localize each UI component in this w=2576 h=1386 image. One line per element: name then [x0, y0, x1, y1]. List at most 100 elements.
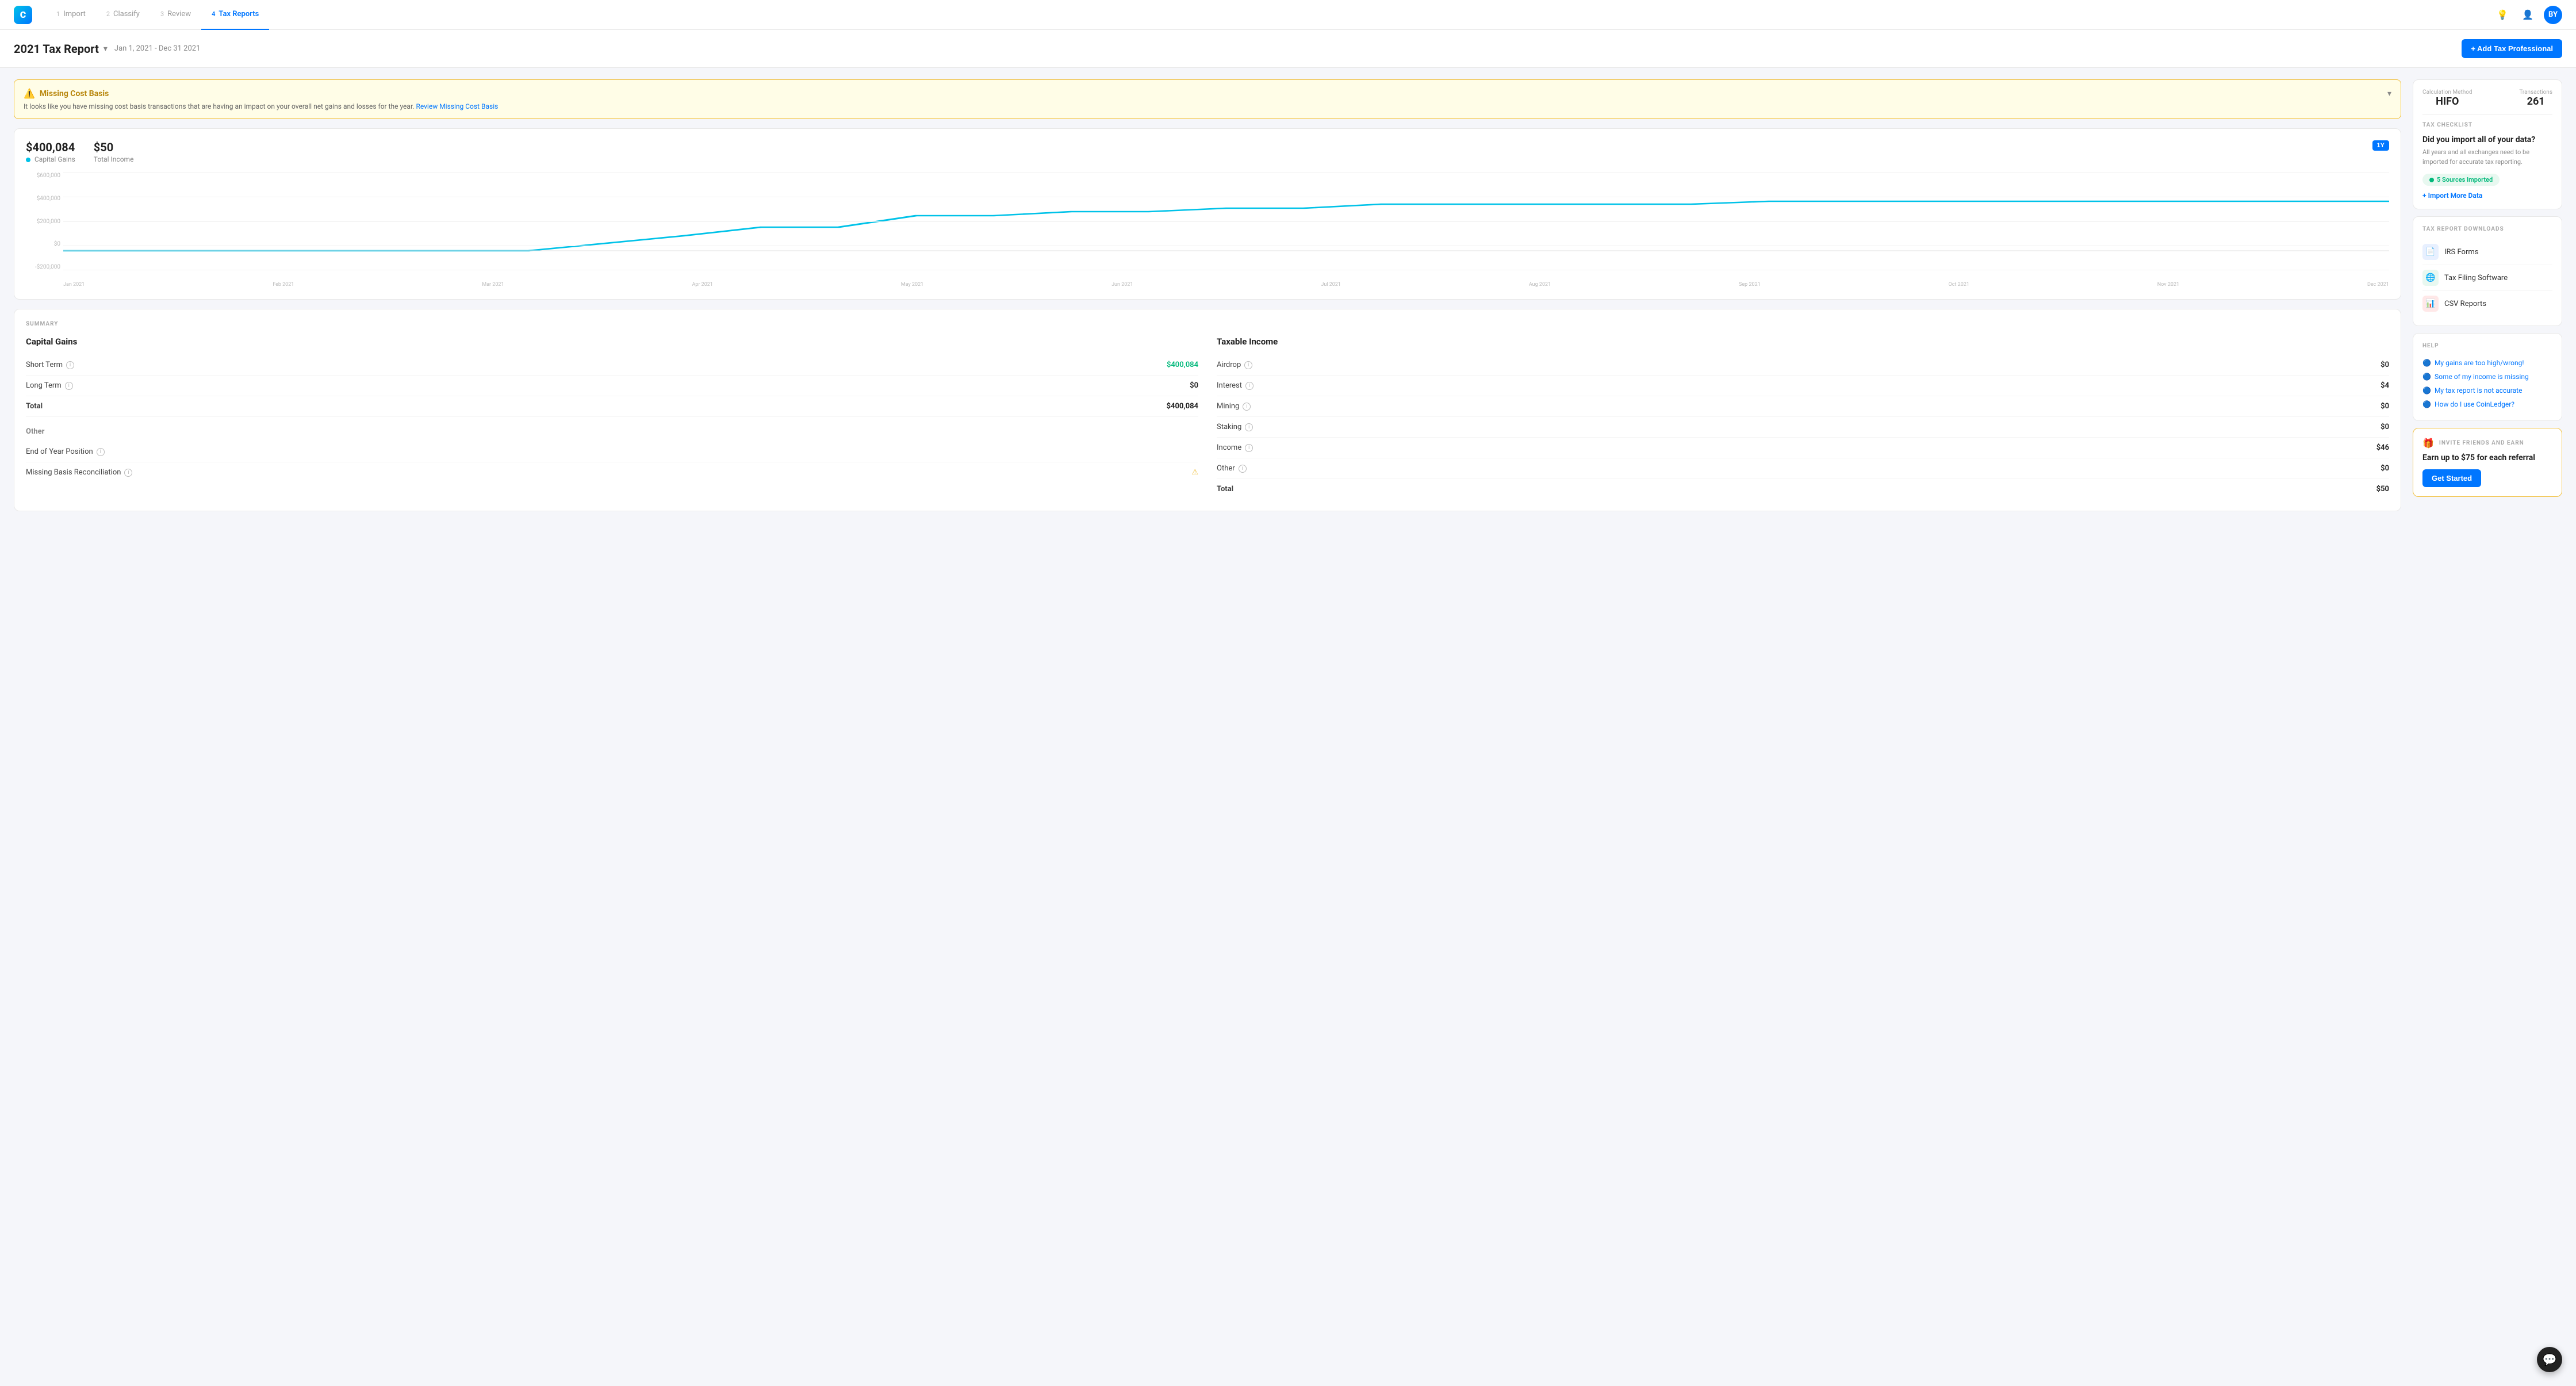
help-link-1[interactable]: 🔵 My gains are too high/wrong! — [2422, 356, 2552, 370]
chart-metrics: $400,084 Capital Gains $50 Total Income — [26, 140, 133, 163]
taxable-income-column: Taxable Income Airdrop i $0 Interest i — [1217, 336, 2389, 499]
capital-gains-value: $400,084 — [26, 140, 75, 154]
csv-reports-label: CSV Reports — [2444, 300, 2486, 308]
referral-header: 🎁 INVITE FRIENDS AND EARN — [2422, 438, 2552, 449]
summary-label: SUMMARY — [26, 321, 2389, 327]
add-tax-professional-button[interactable]: + Add Tax Professional — [2462, 39, 2562, 58]
divider-1 — [2422, 114, 2552, 115]
staking-row: Staking i $0 — [1217, 417, 2389, 438]
interest-row: Interest i $4 — [1217, 376, 2389, 396]
title-group: 2021 Tax Report ▾ Jan 1, 2021 - Dec 31 2… — [14, 42, 200, 56]
xlabel-oct: Oct 2021 — [1949, 282, 1969, 288]
calc-row: Calculation Method HIFO Transactions 261 — [2422, 89, 2552, 108]
help-link-1-text: My gains are too high/wrong! — [2435, 359, 2524, 367]
csv-reports-item[interactable]: 📊 CSV Reports — [2422, 291, 2552, 316]
other-income-info-icon[interactable]: i — [1239, 465, 1247, 473]
title-dropdown-icon[interactable]: ▾ — [103, 44, 108, 53]
total-income-value: $50 — [94, 140, 134, 154]
missing-basis-info-icon[interactable]: i — [124, 469, 132, 477]
referral-section-label: INVITE FRIENDS AND EARN — [2439, 440, 2524, 446]
capital-gains-title: Capital Gains — [26, 336, 1198, 347]
referral-icon: 🎁 — [2422, 438, 2435, 449]
nav-step-tax-reports[interactable]: 4Tax Reports — [201, 0, 269, 30]
calc-method-label: Calculation Method — [2422, 89, 2472, 95]
help-link-4[interactable]: 🔵 How do I use CoinLedger? — [2422, 397, 2552, 411]
nav-step-review[interactable]: 3Review — [150, 0, 201, 30]
tax-filing-software-item[interactable]: 🌐 Tax Filing Software — [2422, 265, 2552, 291]
staking-label: Staking i — [1217, 423, 1253, 431]
airdrop-info-icon[interactable]: i — [1244, 361, 1252, 369]
other-subsection-title: Other — [26, 427, 1198, 436]
review-missing-cost-basis-link[interactable]: Review Missing Cost Basis — [416, 102, 498, 110]
xlabel-jan: Jan 2021 — [63, 282, 85, 288]
calc-transactions-value: 261 — [2519, 95, 2552, 108]
summary-card: SUMMARY Capital Gains Short Term i $400,… — [14, 309, 2401, 511]
help-link-3[interactable]: 🔵 My tax report is not accurate — [2422, 384, 2552, 397]
period-1y-button[interactable]: 1Y — [2372, 140, 2389, 151]
nav-step-import[interactable]: 1Import — [46, 0, 96, 30]
airdrop-label: Airdrop i — [1217, 361, 1252, 369]
irs-forms-label: IRS Forms — [2444, 248, 2478, 256]
capital-gains-label: Capital Gains — [26, 155, 75, 163]
interest-value: $4 — [2380, 381, 2389, 390]
checklist-desc: All years and all exchanges need to be i… — [2422, 148, 2552, 167]
alert-title: ⚠️ Missing Cost Basis — [24, 88, 109, 99]
person-add-icon[interactable]: 👤 — [2518, 6, 2537, 24]
chat-bubble[interactable]: 💬 — [2537, 1347, 2562, 1372]
long-term-info-icon[interactable]: i — [65, 382, 73, 390]
missing-basis-warn-icon: ⚠ — [1191, 468, 1198, 477]
missing-cost-basis-alert: ⚠️ Missing Cost Basis ▾ It looks like yo… — [14, 79, 2401, 119]
other-income-label: Other i — [1217, 464, 1247, 473]
alert-body-text: It looks like you have missing cost basi… — [24, 102, 414, 110]
xlabel-apr: Apr 2021 — [692, 282, 712, 288]
alert-header: ⚠️ Missing Cost Basis ▾ — [24, 88, 2391, 99]
interest-label: Interest i — [1217, 381, 1254, 390]
alert-collapse-icon[interactable]: ▾ — [2387, 89, 2391, 98]
missing-basis-row: Missing Basis Reconciliation i ⚠ — [26, 462, 1198, 483]
mining-info-icon[interactable]: i — [1243, 403, 1251, 411]
warning-icon: ⚠️ — [24, 88, 35, 99]
mining-row: Mining i $0 — [1217, 396, 2389, 417]
tax-filing-icon: 🌐 — [2422, 270, 2439, 286]
short-term-info-icon[interactable]: i — [66, 361, 74, 369]
main-content: ⚠️ Missing Cost Basis ▾ It looks like yo… — [14, 79, 2401, 511]
income-info-icon[interactable]: i — [1245, 444, 1253, 452]
interest-info-icon[interactable]: i — [1245, 382, 1254, 390]
long-term-label: Long Term i — [26, 381, 73, 390]
calc-method: Calculation Method HIFO — [2422, 89, 2472, 108]
chart-plot — [63, 173, 2389, 270]
calc-method-value: HIFO — [2422, 95, 2472, 108]
logo-text: C — [20, 9, 26, 20]
capital-gains-column: Capital Gains Short Term i $400,084 Long… — [26, 336, 1198, 499]
help-section-label: HELP — [2422, 343, 2552, 349]
end-of-year-info-icon[interactable]: i — [97, 448, 105, 456]
nav-step-classify[interactable]: 2Classify — [96, 0, 150, 30]
airdrop-row: Airdrop i $0 — [1217, 355, 2389, 376]
xlabel-dec: Dec 2021 — [2367, 282, 2389, 288]
irs-forms-icon: 📄 — [2422, 244, 2439, 260]
help-link-2-icon: 🔵 — [2422, 373, 2431, 381]
import-more-link[interactable]: + Import More Data — [2422, 192, 2552, 200]
page-title: 2021 Tax Report — [14, 42, 99, 56]
date-range: Jan 1, 2021 - Dec 31 2021 — [114, 44, 201, 53]
income-value: $46 — [2376, 443, 2389, 452]
import-more-text: + Import More Data — [2422, 192, 2482, 200]
help-link-3-icon: 🔵 — [2422, 386, 2431, 395]
lightbulb-icon[interactable]: 💡 — [2493, 6, 2512, 24]
mining-value: $0 — [2380, 402, 2389, 411]
help-link-3-text: My tax report is not accurate — [2435, 386, 2523, 395]
downloads-section-label: TAX REPORT DOWNLOADS — [2422, 226, 2552, 232]
total-income-label: Total Income — [94, 155, 134, 163]
sources-imported-badge[interactable]: 5 Sources Imported — [2422, 174, 2500, 186]
xlabel-jul: Jul 2021 — [1321, 282, 1341, 288]
irs-forms-item[interactable]: 📄 IRS Forms — [2422, 239, 2552, 265]
long-term-value: $0 — [1190, 381, 1198, 390]
ylabel-0: $0 — [26, 241, 60, 247]
help-link-2[interactable]: 🔵 Some of my income is missing — [2422, 370, 2552, 384]
page-header: 2021 Tax Report ▾ Jan 1, 2021 - Dec 31 2… — [0, 30, 2576, 68]
logo[interactable]: C — [14, 6, 32, 24]
staking-info-icon[interactable]: i — [1245, 423, 1253, 431]
other-income-row: Other i $0 — [1217, 458, 2389, 479]
get-started-button[interactable]: Get Started — [2422, 469, 2481, 487]
user-avatar[interactable]: BY — [2544, 6, 2562, 24]
